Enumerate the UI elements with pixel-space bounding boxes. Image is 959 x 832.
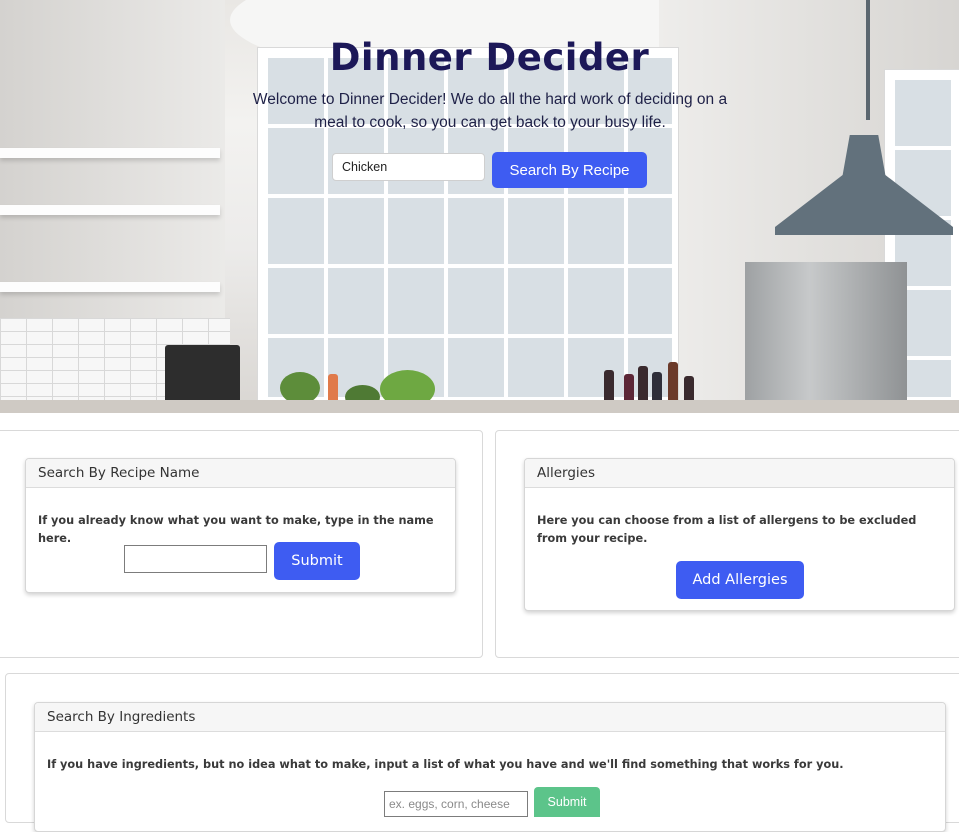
ingredients-card: Search By Ingredients If you have ingred… <box>34 702 946 832</box>
recipe-name-input[interactable] <box>124 545 267 573</box>
allergies-section: Allergies Here you can choose from a lis… <box>495 430 959 658</box>
page-title: Dinner Decider <box>329 36 650 79</box>
ingredients-section: Search By Ingredients If you have ingred… <box>5 673 959 832</box>
hero-banner: Dinner Decider Welcome to Dinner Decider… <box>0 0 959 413</box>
recipe-card-text: If you already know what you want to mak… <box>38 514 434 545</box>
ingredients-card-header: Search By Ingredients <box>35 703 945 732</box>
recipe-submit-button[interactable]: Submit <box>274 542 360 580</box>
hero-description: Welcome to Dinner Decider! We do all the… <box>252 91 728 131</box>
allergies-card-header: Allergies <box>525 459 954 488</box>
ingredients-submit-button[interactable]: Submit <box>534 787 600 817</box>
recipe-search-input[interactable] <box>332 153 485 181</box>
add-allergies-button[interactable]: Add Allergies <box>676 561 804 599</box>
ingredients-card-text: If you have ingredients, but no idea wha… <box>47 758 844 771</box>
allergies-card-text: Here you can choose from a list of aller… <box>537 514 917 545</box>
recipe-card-header: Search By Recipe Name <box>26 459 455 488</box>
recipe-card: Search By Recipe Name If you already kno… <box>25 458 456 593</box>
search-by-recipe-button[interactable]: Search By Recipe <box>492 152 647 188</box>
allergies-card: Allergies Here you can choose from a lis… <box>524 458 955 611</box>
ingredients-input[interactable] <box>384 791 528 817</box>
recipe-section: Search By Recipe Name If you already kno… <box>0 430 483 658</box>
